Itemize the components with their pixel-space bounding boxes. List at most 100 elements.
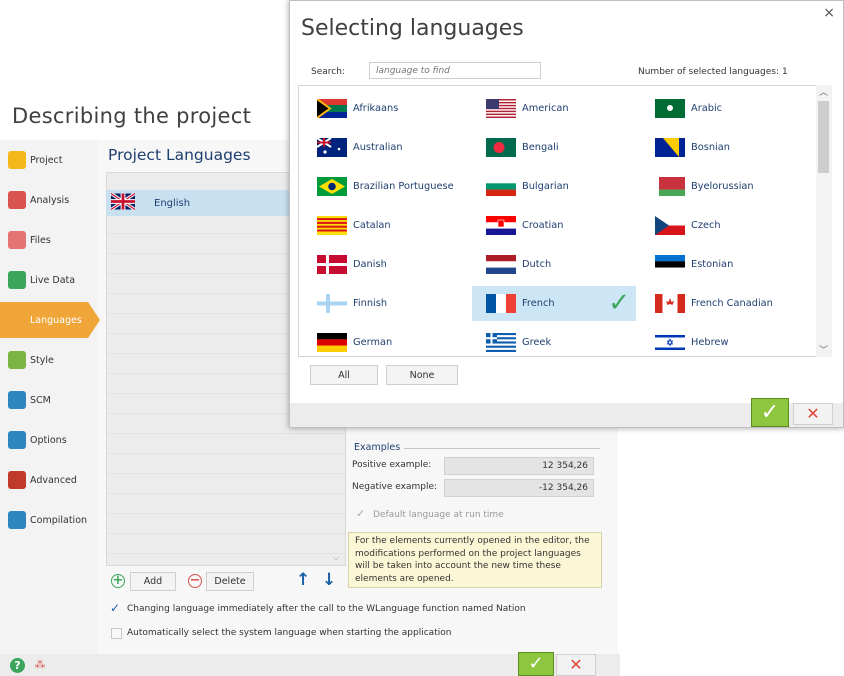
language-name: French Canadian [691,298,773,309]
sa-flag-icon [655,99,685,118]
language-item-croatian[interactable]: Croatian [472,208,636,243]
list-row [107,453,345,474]
select-all-button[interactable]: All [310,365,378,385]
language-item-arabic[interactable]: Arabic [641,91,805,126]
br-flag-icon [317,177,347,196]
language-item-bulgarian[interactable]: Bulgarian [472,169,636,204]
nation-checkbox[interactable]: ✓ [110,601,120,615]
language-item-french[interactable]: French ✓ [472,286,636,321]
language-name: Australian [353,142,403,153]
language-item-american[interactable]: American [472,91,636,126]
search-input[interactable] [369,62,541,79]
close-icon[interactable]: × [823,5,835,21]
dialog-ok-button[interactable]: ✓ [751,398,789,427]
sidebar-item-languages[interactable]: Languages [0,302,100,338]
language-item-brazilian-portuguese[interactable]: Brazilian Portuguese [303,169,467,204]
default-language-checkbox[interactable]: ✓ [356,507,365,520]
language-item-czech[interactable]: Czech [641,208,805,243]
dialog-title: Selecting languages [301,16,524,41]
language-name: Estonian [691,259,734,270]
language-item-australian[interactable]: Australian [303,130,467,165]
add-button[interactable]: Add [130,572,176,591]
scrollbar-thumb[interactable] [818,101,829,173]
nation-option-label: Changing language immediately after the … [127,604,526,614]
language-item-catalan[interactable]: Catalan [303,208,467,243]
il-flag-icon [655,333,685,352]
add-label: Add [143,576,163,587]
language-name: German [353,337,393,348]
move-up-icon[interactable]: ↑ [296,570,310,590]
language-item-danish[interactable]: Danish [303,247,467,282]
sidebar-item-advanced[interactable]: Advanced [8,462,96,498]
language-grid: Afrikaans American Arabic Australian Bengali… [298,85,832,357]
auto-language-checkbox[interactable] [111,628,122,639]
language-item-finnish[interactable]: Finnish [303,286,467,321]
sidebar-item-files[interactable]: Files [8,222,96,258]
language-name: Finnish [353,298,388,309]
language-name: Bosnian [691,142,730,153]
add-icon[interactable]: + [111,574,125,588]
sidebar-item-scm[interactable]: SCM [8,382,96,418]
language-name: Afrikaans [353,103,399,114]
language-name: French [522,298,555,309]
analysis-icon [8,191,26,209]
scroll-down-icon[interactable]: ﹀ [819,343,828,356]
language-name: Hebrew [691,337,729,348]
delete-icon[interactable]: − [188,574,202,588]
dialog-cancel-button[interactable]: ✕ [793,403,833,425]
help-icon[interactable]: ? [10,658,25,673]
us-flag-icon [486,99,516,118]
language-name: Czech [691,220,721,231]
language-item-estonian[interactable]: Estonian [641,247,805,282]
delete-button[interactable]: Delete [206,572,254,591]
sidebar-item-label: Options [30,434,67,446]
language-item-byelorussian[interactable]: Byelorussian [641,169,805,204]
negative-example-value: -12 354,26 [444,479,594,497]
options-icon [8,431,26,449]
cz-flag-icon [655,216,685,235]
move-down-icon[interactable]: ↓ [322,570,336,590]
negative-example-row: Negative example: -12 354,26 [352,479,596,497]
list-item[interactable]: English [106,190,306,216]
sidebar-item-compilation[interactable]: Compilation [8,502,96,538]
list-scroll-arrow-icon[interactable]: ⌵ [333,553,339,563]
language-name: Arabic [691,103,723,114]
sidebar-item-project[interactable]: Project [8,142,96,178]
language-item-bengali[interactable]: Bengali [472,130,636,165]
check-icon: ✓ [528,653,544,674]
sidebar-item-label: SCM [30,394,51,406]
tools-icon[interactable]: ⁂ [32,657,48,673]
selected-count-label: Number of selected languages: [638,67,780,77]
language-item-hebrew[interactable]: Hebrew [641,325,805,356]
sidebar-item-analysis[interactable]: Analysis [8,182,96,218]
sidebar-item-options[interactable]: Options [8,422,96,458]
language-item-afrikaans[interactable]: Afrikaans [303,91,467,126]
window-ok-button[interactable]: ✓ [518,652,554,676]
language-name: Byelorussian [691,181,754,192]
language-name: Bengali [522,142,559,153]
language-item-dutch[interactable]: Dutch [472,247,636,282]
list-row [107,513,345,534]
sidebar-item-label: Project [30,154,63,166]
selecting-languages-dialog: Selecting languages × Search: Number of … [289,0,844,428]
select-none-button[interactable]: None [386,365,458,385]
language-item-greek[interactable]: Greek [472,325,636,356]
close-icon: ✕ [569,655,583,674]
window-cancel-button[interactable]: ✕ [556,654,596,676]
language-item-bosnian[interactable]: Bosnian [641,130,805,165]
language-item-german[interactable]: German [303,325,467,356]
sidebar-item-live-data[interactable]: Live Data [8,262,96,298]
search-label: Search: [311,67,345,77]
nl-flag-icon [486,255,516,274]
live-data-icon [8,271,26,289]
sidebar-item-style[interactable]: Style [8,342,96,378]
delete-label: Delete [214,576,246,587]
language-name: Catalan [353,220,391,231]
fi-flag-icon [317,294,347,313]
panel-title: Project Languages [108,146,251,164]
language-item-french-canadian[interactable]: French Canadian [641,286,805,321]
language-name: Dutch [522,259,552,270]
language-name: Greek [522,337,552,348]
positive-example-row: Positive example: 12 354,26 [352,457,596,475]
scroll-up-icon[interactable]: ︿ [819,85,828,98]
